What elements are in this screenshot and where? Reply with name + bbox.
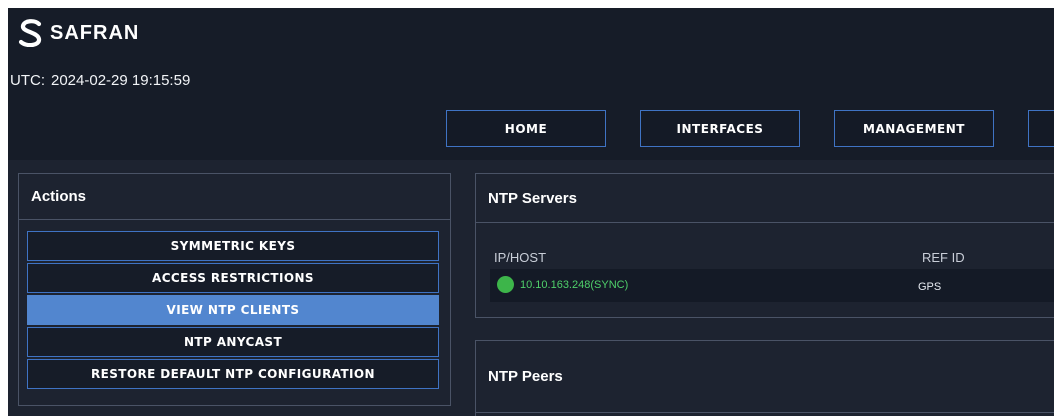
ntp-peers-panel: NTP Peers (475, 340, 1054, 416)
restore-default-ntp-configuration-button[interactable]: RESTORE DEFAULT NTP CONFIGURATION (27, 359, 439, 389)
main-nav: HOME INTERFACES MANAGEMENT (446, 110, 1054, 147)
column-ref-id: REF ID (922, 250, 965, 265)
ntp-anycast-button[interactable]: NTP ANYCAST (27, 327, 439, 357)
nav-management-button[interactable]: MANAGEMENT (834, 110, 994, 147)
ntp-servers-panel: NTP Servers IP/HOST REF ID 10.10.163.248… (475, 173, 1054, 318)
actions-list: SYMMETRIC KEYS ACCESS RESTRICTIONS VIEW … (27, 231, 439, 391)
ntp-peers-title: NTP Peers (476, 341, 1054, 413)
brand-name: SAFRAN (50, 21, 140, 44)
utc-label: UTC: (10, 72, 45, 89)
server-sync-state: (SYNC) (590, 279, 629, 291)
access-restrictions-button[interactable]: ACCESS RESTRICTIONS (27, 263, 439, 293)
symmetric-keys-button[interactable]: SYMMETRIC KEYS (27, 231, 439, 261)
view-ntp-clients-button[interactable]: VIEW NTP CLIENTS (27, 295, 439, 325)
brand-logo: SAFRAN (18, 19, 139, 47)
nav-home-button[interactable]: HOME (446, 110, 606, 147)
nav-interfaces-button[interactable]: INTERFACES (640, 110, 800, 147)
server-ip: 10.10.163.248(SYNC) (520, 279, 628, 291)
table-row[interactable]: 10.10.163.248(SYNC) GPS (490, 269, 1054, 302)
actions-panel: Actions SYMMETRIC KEYS ACCESS RESTRICTIO… (18, 173, 451, 406)
server-ref-id: GPS (918, 281, 942, 293)
column-ip-host: IP/HOST (494, 250, 547, 265)
nav-more-button[interactable] (1028, 110, 1054, 147)
actions-title: Actions (19, 174, 450, 220)
sync-status-icon (497, 276, 514, 293)
header: SAFRAN UTC: 2024-02-29 19:15:59 HOME INTE… (8, 8, 1054, 160)
safran-s-logo-icon (18, 19, 42, 47)
server-ip-value: 10.10.163.248 (520, 279, 591, 291)
app-frame: SAFRAN UTC: 2024-02-29 19:15:59 HOME INTE… (8, 8, 1054, 416)
utc-clock: UTC: 2024-02-29 19:15:59 (10, 72, 190, 89)
ntp-servers-title: NTP Servers (476, 174, 1054, 223)
utc-value: 2024-02-29 19:15:59 (51, 72, 191, 89)
